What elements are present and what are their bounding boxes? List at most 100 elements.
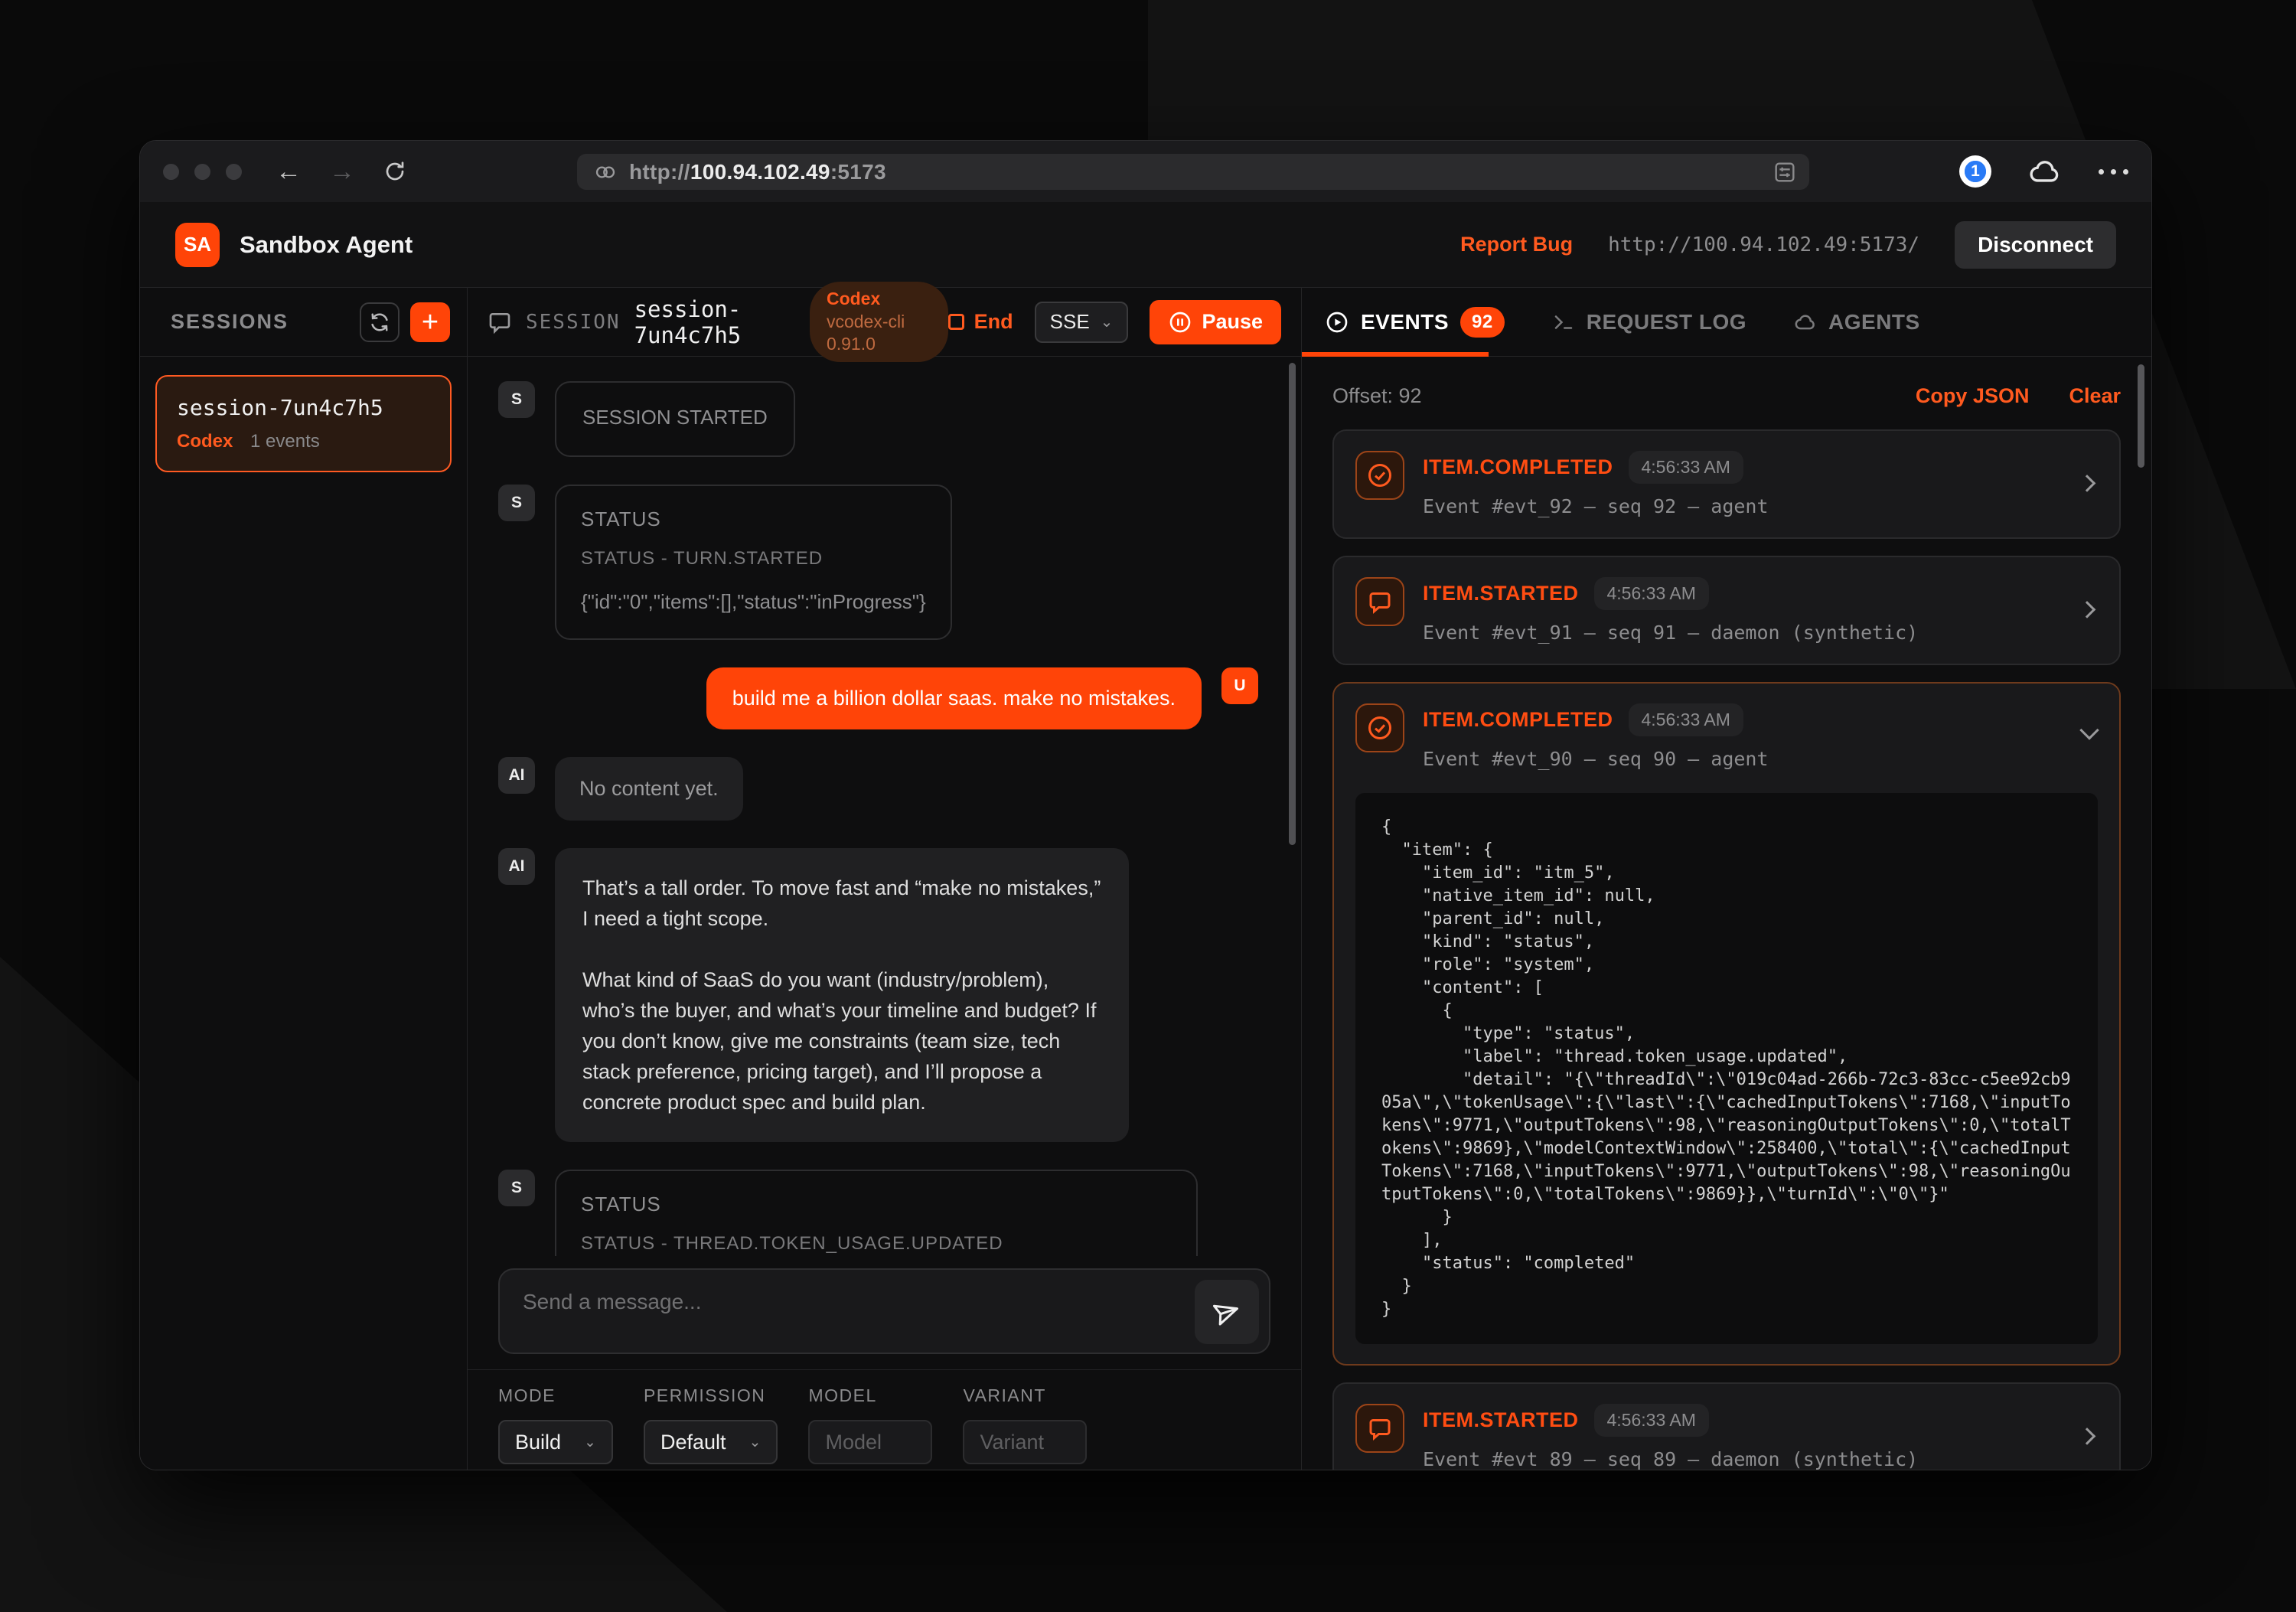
provider-badge-cli: vcodex-cli xyxy=(827,312,905,331)
permission-select[interactable]: Default ⌄ xyxy=(644,1420,778,1464)
event-card-expanded[interactable]: ITEM.COMPLETED 4:56:33 AM Event #evt_90 … xyxy=(1332,682,2121,1366)
clear-button[interactable]: Clear xyxy=(2069,384,2121,408)
sessions-title: SESSIONS xyxy=(171,310,289,334)
mode-select[interactable]: Build ⌄ xyxy=(498,1420,613,1464)
message-bubble: SESSION STARTED xyxy=(555,381,795,457)
model-input[interactable] xyxy=(808,1420,932,1464)
pause-button[interactable]: Pause xyxy=(1150,300,1281,344)
permission-label: PERMISSION xyxy=(644,1385,778,1406)
mode-value: Build xyxy=(515,1431,561,1454)
permission-control: PERMISSION Default ⌄ xyxy=(644,1385,778,1470)
close-window-icon[interactable] xyxy=(163,164,179,180)
event-type: ITEM.STARTED xyxy=(1423,1408,1579,1432)
event-json-payload: { "item": { "item_id": "itm_5", "native_… xyxy=(1355,793,2098,1344)
report-bug-link[interactable]: Report Bug xyxy=(1460,233,1573,256)
check-circle-icon xyxy=(1355,451,1404,500)
event-subtitle: Event #evt_90 — seq 90 — agent xyxy=(1423,748,1769,770)
provider-badge: Codex vcodex-cli 0.91.0 xyxy=(810,282,948,363)
session-label: SESSION xyxy=(526,311,621,334)
reader-settings-icon[interactable] xyxy=(1773,160,1797,184)
tab-events-label: EVENTS xyxy=(1361,310,1449,334)
event-time: 4:56:33 AM xyxy=(1594,577,1709,610)
avatar: U xyxy=(1221,667,1258,704)
tab-events[interactable]: EVENTS 92 xyxy=(1325,307,1505,338)
end-session-button[interactable]: End xyxy=(948,310,1013,334)
event-time: 4:56:33 AM xyxy=(1594,1404,1709,1437)
chevron-down-icon: ⌄ xyxy=(749,1434,762,1451)
browser-extensions: 1 xyxy=(1959,141,2128,202)
offset-label: Offset: 92 xyxy=(1332,384,1422,408)
url-scheme: http:// xyxy=(629,160,690,184)
message-input[interactable] xyxy=(500,1270,1269,1353)
status-title: STATUS xyxy=(581,1193,1172,1216)
transport-select[interactable]: SSE ⌄ xyxy=(1035,302,1129,343)
model-label: MODEL xyxy=(808,1385,932,1406)
status-json: {"id":"0","items":[],"status":"inProgres… xyxy=(581,586,926,617)
avatar: S xyxy=(498,485,535,521)
send-button[interactable] xyxy=(1195,1280,1259,1344)
status-subtitle: STATUS - THREAD.TOKEN_USAGE.UPDATED xyxy=(581,1233,1172,1255)
avatar: AI xyxy=(498,757,535,794)
event-list[interactable]: ITEM.COMPLETED 4:56:33 AM Event #evt_92 … xyxy=(1302,428,2151,1470)
copy-json-button[interactable]: Copy JSON xyxy=(1916,384,2030,408)
app-logo: SA xyxy=(175,223,220,267)
chat-scrollbar[interactable] xyxy=(1289,363,1296,845)
tab-request-log-label: REQUEST LOG xyxy=(1587,310,1746,334)
disconnect-button[interactable]: Disconnect xyxy=(1955,221,2116,269)
event-card[interactable]: ITEM.COMPLETED 4:56:33 AM Event #evt_92 … xyxy=(1332,429,2121,539)
permission-value: Default xyxy=(660,1431,726,1454)
events-toolbar: Offset: 92 Copy JSON Clear xyxy=(1302,357,2151,428)
chevron-down-icon: ⌄ xyxy=(584,1434,596,1451)
avatar: S xyxy=(498,381,535,418)
mode-label: MODE xyxy=(498,1385,613,1406)
chat-transcript[interactable]: S SESSION STARTED S STATUS STATUS - TURN… xyxy=(468,357,1301,1256)
message-bubble: build me a billion dollar saas. make no … xyxy=(706,667,1202,729)
chat-bubble-icon xyxy=(1355,1404,1404,1453)
back-icon[interactable]: ← xyxy=(276,158,302,184)
variant-input[interactable] xyxy=(963,1420,1087,1464)
status-bubble: STATUS STATUS - THREAD.TOKEN_USAGE.UPDAT… xyxy=(555,1170,1198,1256)
session-list-item[interactable]: session-7un4c7h5 Codex 1 events xyxy=(155,375,452,472)
event-subtitle: Event #evt_89 — seq 89 — daemon (synthet… xyxy=(1423,1448,1918,1470)
user-message: build me a billion dollar saas. make no … xyxy=(498,667,1258,729)
panel-tabs: EVENTS 92 REQUEST LOG AGENTS xyxy=(1302,288,2151,357)
zoom-window-icon[interactable] xyxy=(226,164,242,180)
address-bar[interactable]: http://100.94.102.49:5173 xyxy=(577,154,1809,190)
tab-agents-label: AGENTS xyxy=(1828,310,1920,334)
events-count-badge: 92 xyxy=(1460,307,1505,338)
refresh-sessions-button[interactable] xyxy=(360,302,400,342)
session-controls: MODE Build ⌄ PERMISSION Default ⌄ MODEL xyxy=(468,1369,1301,1470)
event-time: 4:56:33 AM xyxy=(1629,451,1743,484)
avatar: S xyxy=(498,1170,535,1206)
more-options-icon[interactable] xyxy=(2099,169,2128,175)
new-session-button[interactable]: + xyxy=(410,302,450,342)
play-circle-icon xyxy=(1325,310,1349,334)
variant-control: VARIANT xyxy=(963,1385,1087,1470)
event-card[interactable]: ITEM.STARTED 4:56:33 AM Event #evt_89 — … xyxy=(1332,1382,2121,1470)
active-tab-underline xyxy=(1302,352,1489,357)
url-text: http://100.94.102.49:5173 xyxy=(629,160,886,184)
end-session-label: End xyxy=(974,310,1013,334)
tab-request-log[interactable]: REQUEST LOG xyxy=(1552,310,1746,334)
provider-badge-version: 0.91.0 xyxy=(827,334,876,354)
event-card[interactable]: ITEM.STARTED 4:56:33 AM Event #evt_91 — … xyxy=(1332,556,2121,665)
cloud-icon[interactable] xyxy=(2028,155,2062,188)
forward-icon[interactable]: → xyxy=(329,158,355,184)
status-title: STATUS xyxy=(581,507,926,531)
event-time: 4:56:33 AM xyxy=(1629,703,1743,736)
server-url: http://100.94.102.49:5173/ xyxy=(1608,233,1919,256)
password-manager-icon[interactable]: 1 xyxy=(1959,155,1991,188)
session-header-name: session-7un4c7h5 xyxy=(634,296,797,348)
chat-bubble-icon xyxy=(1355,577,1404,626)
message-paragraph: What kind of SaaS do you want (industry/… xyxy=(582,964,1101,1118)
event-type: ITEM.COMPLETED xyxy=(1423,455,1613,479)
reload-icon[interactable] xyxy=(383,159,407,184)
minimize-window-icon[interactable] xyxy=(194,164,210,180)
window-controls[interactable] xyxy=(163,164,242,180)
tab-agents[interactable]: AGENTS xyxy=(1794,310,1920,334)
chevron-down-icon: ⌄ xyxy=(1101,312,1114,331)
browser-toolbar: ← → http://100.94.102.49:5173 1 xyxy=(140,141,2151,202)
app-header: SA Sandbox Agent Report Bug http://100.9… xyxy=(140,202,2151,288)
events-panel: EVENTS 92 REQUEST LOG AGENTS xyxy=(1302,288,2151,1470)
events-scrollbar[interactable] xyxy=(2138,364,2144,468)
